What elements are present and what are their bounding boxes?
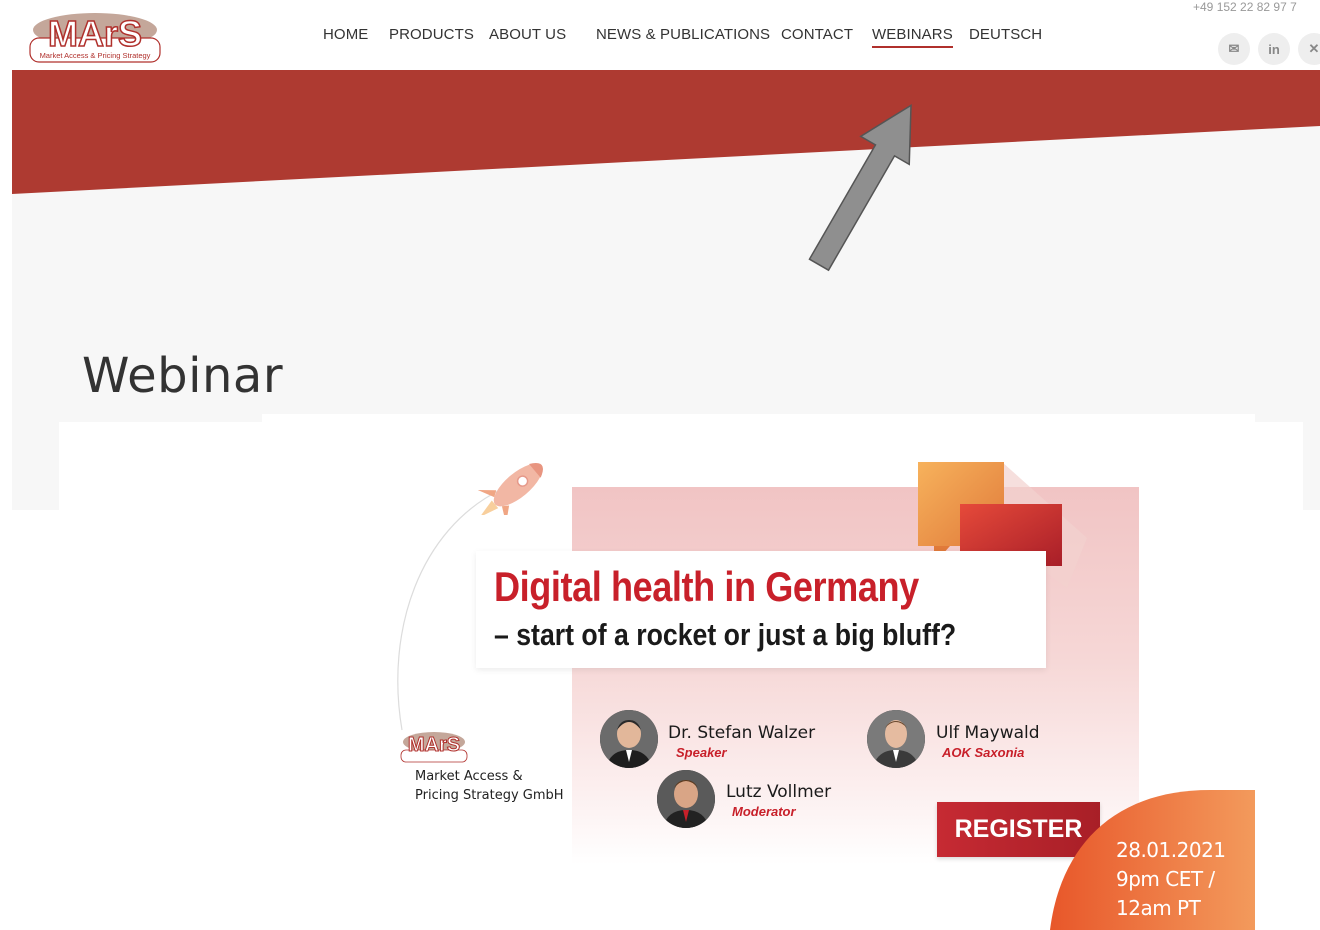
nav-webinars[interactable]: WEBINARS <box>872 26 953 48</box>
time-line-pt: 12am PT <box>1116 896 1201 920</box>
webinar-date: 28.01.2021 9pm CET / 12am PT <box>1116 836 1226 923</box>
speaker-name: Dr. Stefan Walzer <box>668 723 816 743</box>
nav-about-us[interactable]: ABOUT US <box>489 26 566 43</box>
guest-name: Ulf Maywald <box>936 723 1040 743</box>
page-title: Webinar <box>82 348 284 404</box>
logo-text: MArS <box>48 13 142 54</box>
page: MArS Market Access & Pricing Strategy HO… <box>0 0 1320 930</box>
mars-logo[interactable]: MArS Market Access & Pricing Strategy <box>28 8 162 64</box>
company-name-line-2: Pricing Strategy GmbH <box>415 788 564 803</box>
mars-small-logo: MArS <box>400 732 468 763</box>
avatar-lutz-vollmer <box>657 770 715 828</box>
avatar-ulf-maywald <box>867 710 925 768</box>
guest-role: AOK Saxonia <box>942 745 1025 760</box>
nav-deutsch[interactable]: DEUTSCH <box>969 26 1042 43</box>
company-name: Market Access & Pricing Strategy GmbH <box>415 767 564 805</box>
envelope-icon[interactable]: ✉ <box>1218 33 1250 65</box>
moderator-name: Lutz Vollmer <box>726 782 832 802</box>
xing-icon[interactable]: ✕ <box>1298 33 1320 65</box>
rocket-icon <box>478 463 543 515</box>
moderator-role: Moderator <box>732 804 796 819</box>
red-banner-shape <box>12 70 1320 194</box>
date-line: 28.01.2021 <box>1116 838 1226 862</box>
webinar-subheadline: – start of a rocket or just a big bluff? <box>494 617 957 652</box>
nav-contact[interactable]: CONTACT <box>781 26 853 43</box>
nav-products[interactable]: PRODUCTS <box>389 26 474 43</box>
small-logo-text: MArS <box>408 734 460 756</box>
logo-tagline: Market Access & Pricing Strategy <box>40 51 151 60</box>
arrow-icon <box>808 103 912 272</box>
speaker-role: Speaker <box>676 745 727 760</box>
nav-home[interactable]: HOME <box>323 26 368 43</box>
company-name-line-1: Market Access & <box>415 769 523 784</box>
nav-news-publications[interactable]: NEWS & PUBLICATIONS <box>596 26 770 43</box>
webinar-headline: Digital health in Germany <box>494 563 919 610</box>
content-card-top <box>262 414 1255 424</box>
avatar-stefan-walzer <box>600 710 658 768</box>
linkedin-icon[interactable]: in <box>1258 33 1290 65</box>
phone-number[interactable]: +49 152 22 82 97 7 <box>1193 0 1297 14</box>
time-line-cet: 9pm CET / <box>1116 867 1215 891</box>
